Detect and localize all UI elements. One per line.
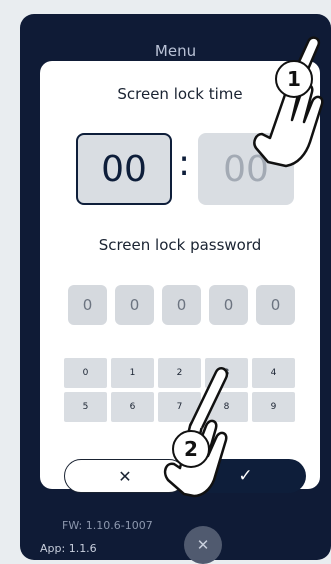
checkmark-icon: ✓ (238, 466, 253, 486)
password-digit[interactable]: 0 (256, 285, 295, 325)
step-badge: 1 (275, 60, 313, 98)
hours-field[interactable]: 00 (76, 133, 172, 205)
password-digits: 0 0 0 0 0 (68, 285, 295, 325)
password-digit[interactable]: 0 (162, 285, 201, 325)
key-6[interactable]: 6 (111, 392, 154, 422)
key-4[interactable]: 4 (252, 358, 295, 388)
app-version: App: 1.1.6 (40, 542, 97, 555)
key-0[interactable]: 0 (64, 358, 107, 388)
password-digit[interactable]: 0 (209, 285, 248, 325)
key-5[interactable]: 5 (64, 392, 107, 422)
pointing-hand-icon (253, 36, 324, 168)
time-separator: : (178, 143, 191, 184)
key-1[interactable]: 1 (111, 358, 154, 388)
screen-lock-password-label: Screen lock password (98, 236, 262, 254)
firmware-version: FW: 1.10.6-1007 (62, 519, 153, 532)
step-badge: 2 (172, 430, 210, 468)
password-digit[interactable]: 0 (68, 285, 107, 325)
key-9[interactable]: 9 (252, 392, 295, 422)
close-icon: ✕ (118, 466, 132, 486)
password-digit[interactable]: 0 (115, 285, 154, 325)
close-icon: ✕ (196, 536, 210, 554)
menu-close-button[interactable]: ✕ (184, 526, 222, 564)
